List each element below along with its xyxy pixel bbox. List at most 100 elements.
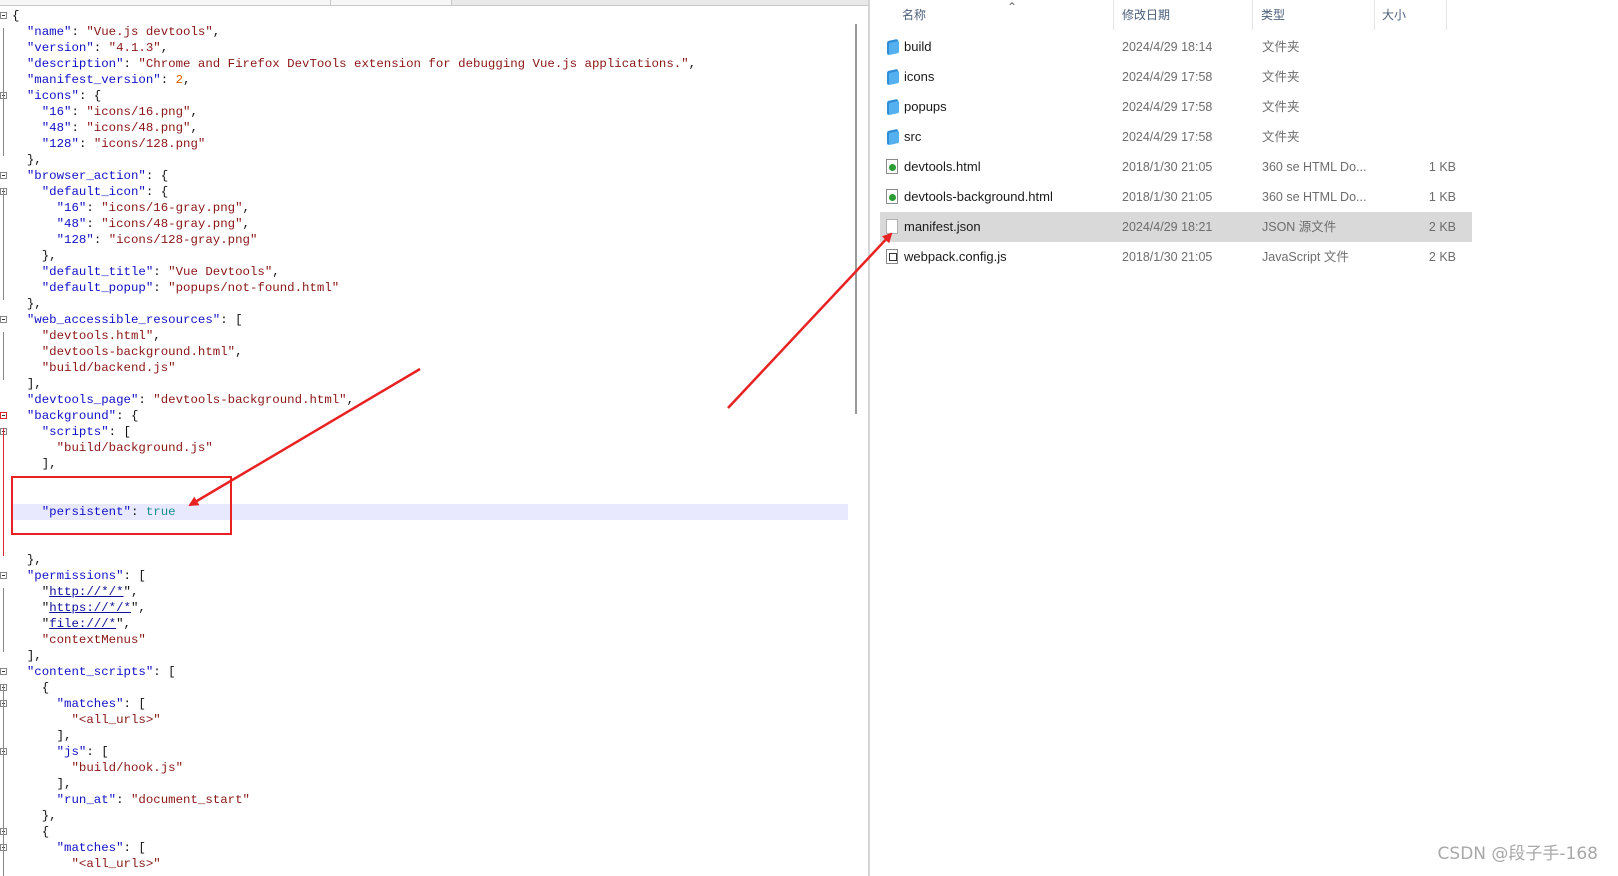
code-line[interactable]: "matches": [	[12, 840, 848, 856]
code-line[interactable]: "default_title": "Vue Devtools",	[12, 264, 848, 280]
code-line[interactable]: "manifest_version": 2,	[12, 72, 848, 88]
file-row[interactable]: build 2024/4/29 18:14 文件夹	[880, 32, 1472, 62]
code-line[interactable]: "<all_urls>"	[12, 712, 848, 728]
code-token: ],	[12, 729, 72, 743]
code-line[interactable]: "16": "icons/16-gray.png",	[12, 200, 848, 216]
column-separator[interactable]	[1252, 0, 1253, 30]
column-separator[interactable]	[1446, 0, 1447, 30]
code-token: :	[71, 105, 87, 119]
code-line[interactable]: "matches": [	[12, 696, 848, 712]
code-lines[interactable]: { "name": "Vue.js devtools", "version": …	[12, 8, 848, 872]
code-token: "4.1.3"	[108, 41, 161, 55]
file-row[interactable]: src 2024/4/29 17:58 文件夹	[880, 122, 1472, 152]
fold-toggle-icon[interactable]	[0, 172, 7, 179]
code-line[interactable]: "devtools_page": "devtools-background.ht…	[12, 392, 848, 408]
code-line[interactable]: "contextMenus"	[12, 632, 848, 648]
file-row[interactable]: popups 2024/4/29 17:58 文件夹	[880, 92, 1472, 122]
code-line[interactable]: ],	[12, 376, 848, 392]
fold-toggle-icon[interactable]	[0, 12, 7, 19]
code-token: ,	[190, 105, 198, 119]
fold-toggle-icon[interactable]	[0, 572, 7, 579]
code-line[interactable]: },	[12, 248, 848, 264]
code-token: : {	[145, 169, 169, 183]
code-line[interactable]: "file:///*",	[12, 616, 848, 632]
code-line[interactable]: "devtools.html",	[12, 328, 848, 344]
fold-guide	[3, 428, 4, 556]
code-line[interactable]: ],	[12, 776, 848, 792]
code-line[interactable]: "js": [	[12, 744, 848, 760]
code-token: "run_at"	[56, 793, 117, 807]
fold-toggle-icon[interactable]	[0, 316, 7, 323]
code-line[interactable]: {	[12, 824, 848, 840]
editor-vertical-scrollbar[interactable]	[850, 18, 864, 876]
code-line[interactable]: "16": "icons/16.png",	[12, 104, 848, 120]
code-line[interactable]: "permissions": [	[12, 568, 848, 584]
code-line[interactable]: "browser_action": {	[12, 168, 848, 184]
code-line[interactable]: {	[12, 680, 848, 696]
code-token: "contextMenus"	[41, 633, 146, 647]
column-header-size-label: 大小	[1382, 8, 1407, 22]
code-line[interactable]: "content_scripts": [	[12, 664, 848, 680]
code-line[interactable]: {	[12, 8, 848, 24]
code-line[interactable]: "build/hook.js"	[12, 760, 848, 776]
column-header-date[interactable]: 修改日期	[1122, 0, 1170, 30]
file-name: icons	[904, 69, 935, 84]
code-line[interactable]: "build/backend.js"	[12, 360, 848, 376]
code-line[interactable]	[12, 488, 848, 504]
scrollbar-thumb[interactable]	[855, 24, 857, 414]
code-line[interactable]: ],	[12, 456, 848, 472]
code-line[interactable]: "version": "4.1.3",	[12, 40, 848, 56]
fold-guide	[3, 332, 4, 380]
code-line[interactable]: ],	[12, 728, 848, 744]
column-header-name[interactable]: 名称	[902, 0, 926, 30]
code-line[interactable]: "web_accessible_resources": [	[12, 312, 848, 328]
column-header-row: 名称 ⌃ 修改日期 类型 大小	[870, 0, 1618, 30]
code-line[interactable]: "http://*/*",	[12, 584, 848, 600]
code-line[interactable]: },	[12, 552, 848, 568]
code-line[interactable]: },	[12, 152, 848, 168]
column-separator[interactable]	[1374, 0, 1375, 30]
code-line[interactable]: "128": "icons/128-gray.png"	[12, 232, 848, 248]
code-line[interactable]: "scripts": [	[12, 424, 848, 440]
code-line[interactable]: },	[12, 296, 848, 312]
code-line[interactable]: "48": "icons/48.png",	[12, 120, 848, 136]
editor-tab[interactable]	[0, 0, 331, 5]
code-line[interactable]: ],	[12, 648, 848, 664]
column-header-size[interactable]: 大小	[1382, 0, 1406, 30]
code-line[interactable]: "icons": {	[12, 88, 848, 104]
editor-tab[interactable]	[331, 0, 452, 5]
code-line[interactable]	[12, 520, 848, 536]
code-line[interactable]: "default_icon": {	[12, 184, 848, 200]
file-row[interactable]: webpack.config.js 2018/1/30 21:05 JavaScri…	[880, 242, 1472, 272]
code-line[interactable]: "persistent": true	[12, 504, 848, 520]
code-line[interactable]: "https://*/*",	[12, 600, 848, 616]
file-size	[1380, 122, 1456, 152]
fold-toggle-icon[interactable]	[0, 412, 7, 419]
code-line[interactable]: "background": {	[12, 408, 848, 424]
file-modified-date: 2018/1/30 21:05	[1122, 190, 1213, 204]
code-line[interactable]: "<all_urls>"	[12, 856, 848, 872]
code-line[interactable]: "name": "Vue.js devtools",	[12, 24, 848, 40]
code-line[interactable]	[12, 536, 848, 552]
code-line[interactable]: "default_popup": "popups/not-found.html"	[12, 280, 848, 296]
code-line[interactable]: "run_at": "document_start"	[12, 792, 848, 808]
code-line[interactable]: "48": "icons/48-gray.png",	[12, 216, 848, 232]
code-line[interactable]: },	[12, 808, 848, 824]
code-token: ],	[12, 377, 42, 391]
code-line[interactable]: "128": "icons/128.png"	[12, 136, 848, 152]
code-line[interactable]: "description": "Chrome and Firefox DevTo…	[12, 56, 848, 72]
fold-toggle-icon[interactable]	[0, 668, 7, 675]
code-line[interactable]: "build/background.js"	[12, 440, 848, 456]
file-row[interactable]: icons 2024/4/29 17:58 文件夹	[880, 62, 1472, 92]
code-line[interactable]	[12, 472, 848, 488]
column-header-type[interactable]: 类型	[1261, 0, 1285, 30]
code-editor[interactable]: { "name": "Vue.js devtools", "version": …	[0, 0, 870, 876]
file-row[interactable]: manifest.json 2024/4/29 18:21 JSON 源文件 2 KB	[880, 212, 1472, 242]
fold-guide	[3, 588, 4, 652]
folder-icon	[886, 68, 900, 86]
column-separator[interactable]	[1113, 0, 1114, 30]
file-row[interactable]: devtools-background.html 2018/1/30 21:05 3…	[880, 182, 1472, 212]
file-row[interactable]: devtools.html 2018/1/30 21:05 360 se HTML …	[880, 152, 1472, 182]
code-line[interactable]: "devtools-background.html",	[12, 344, 848, 360]
